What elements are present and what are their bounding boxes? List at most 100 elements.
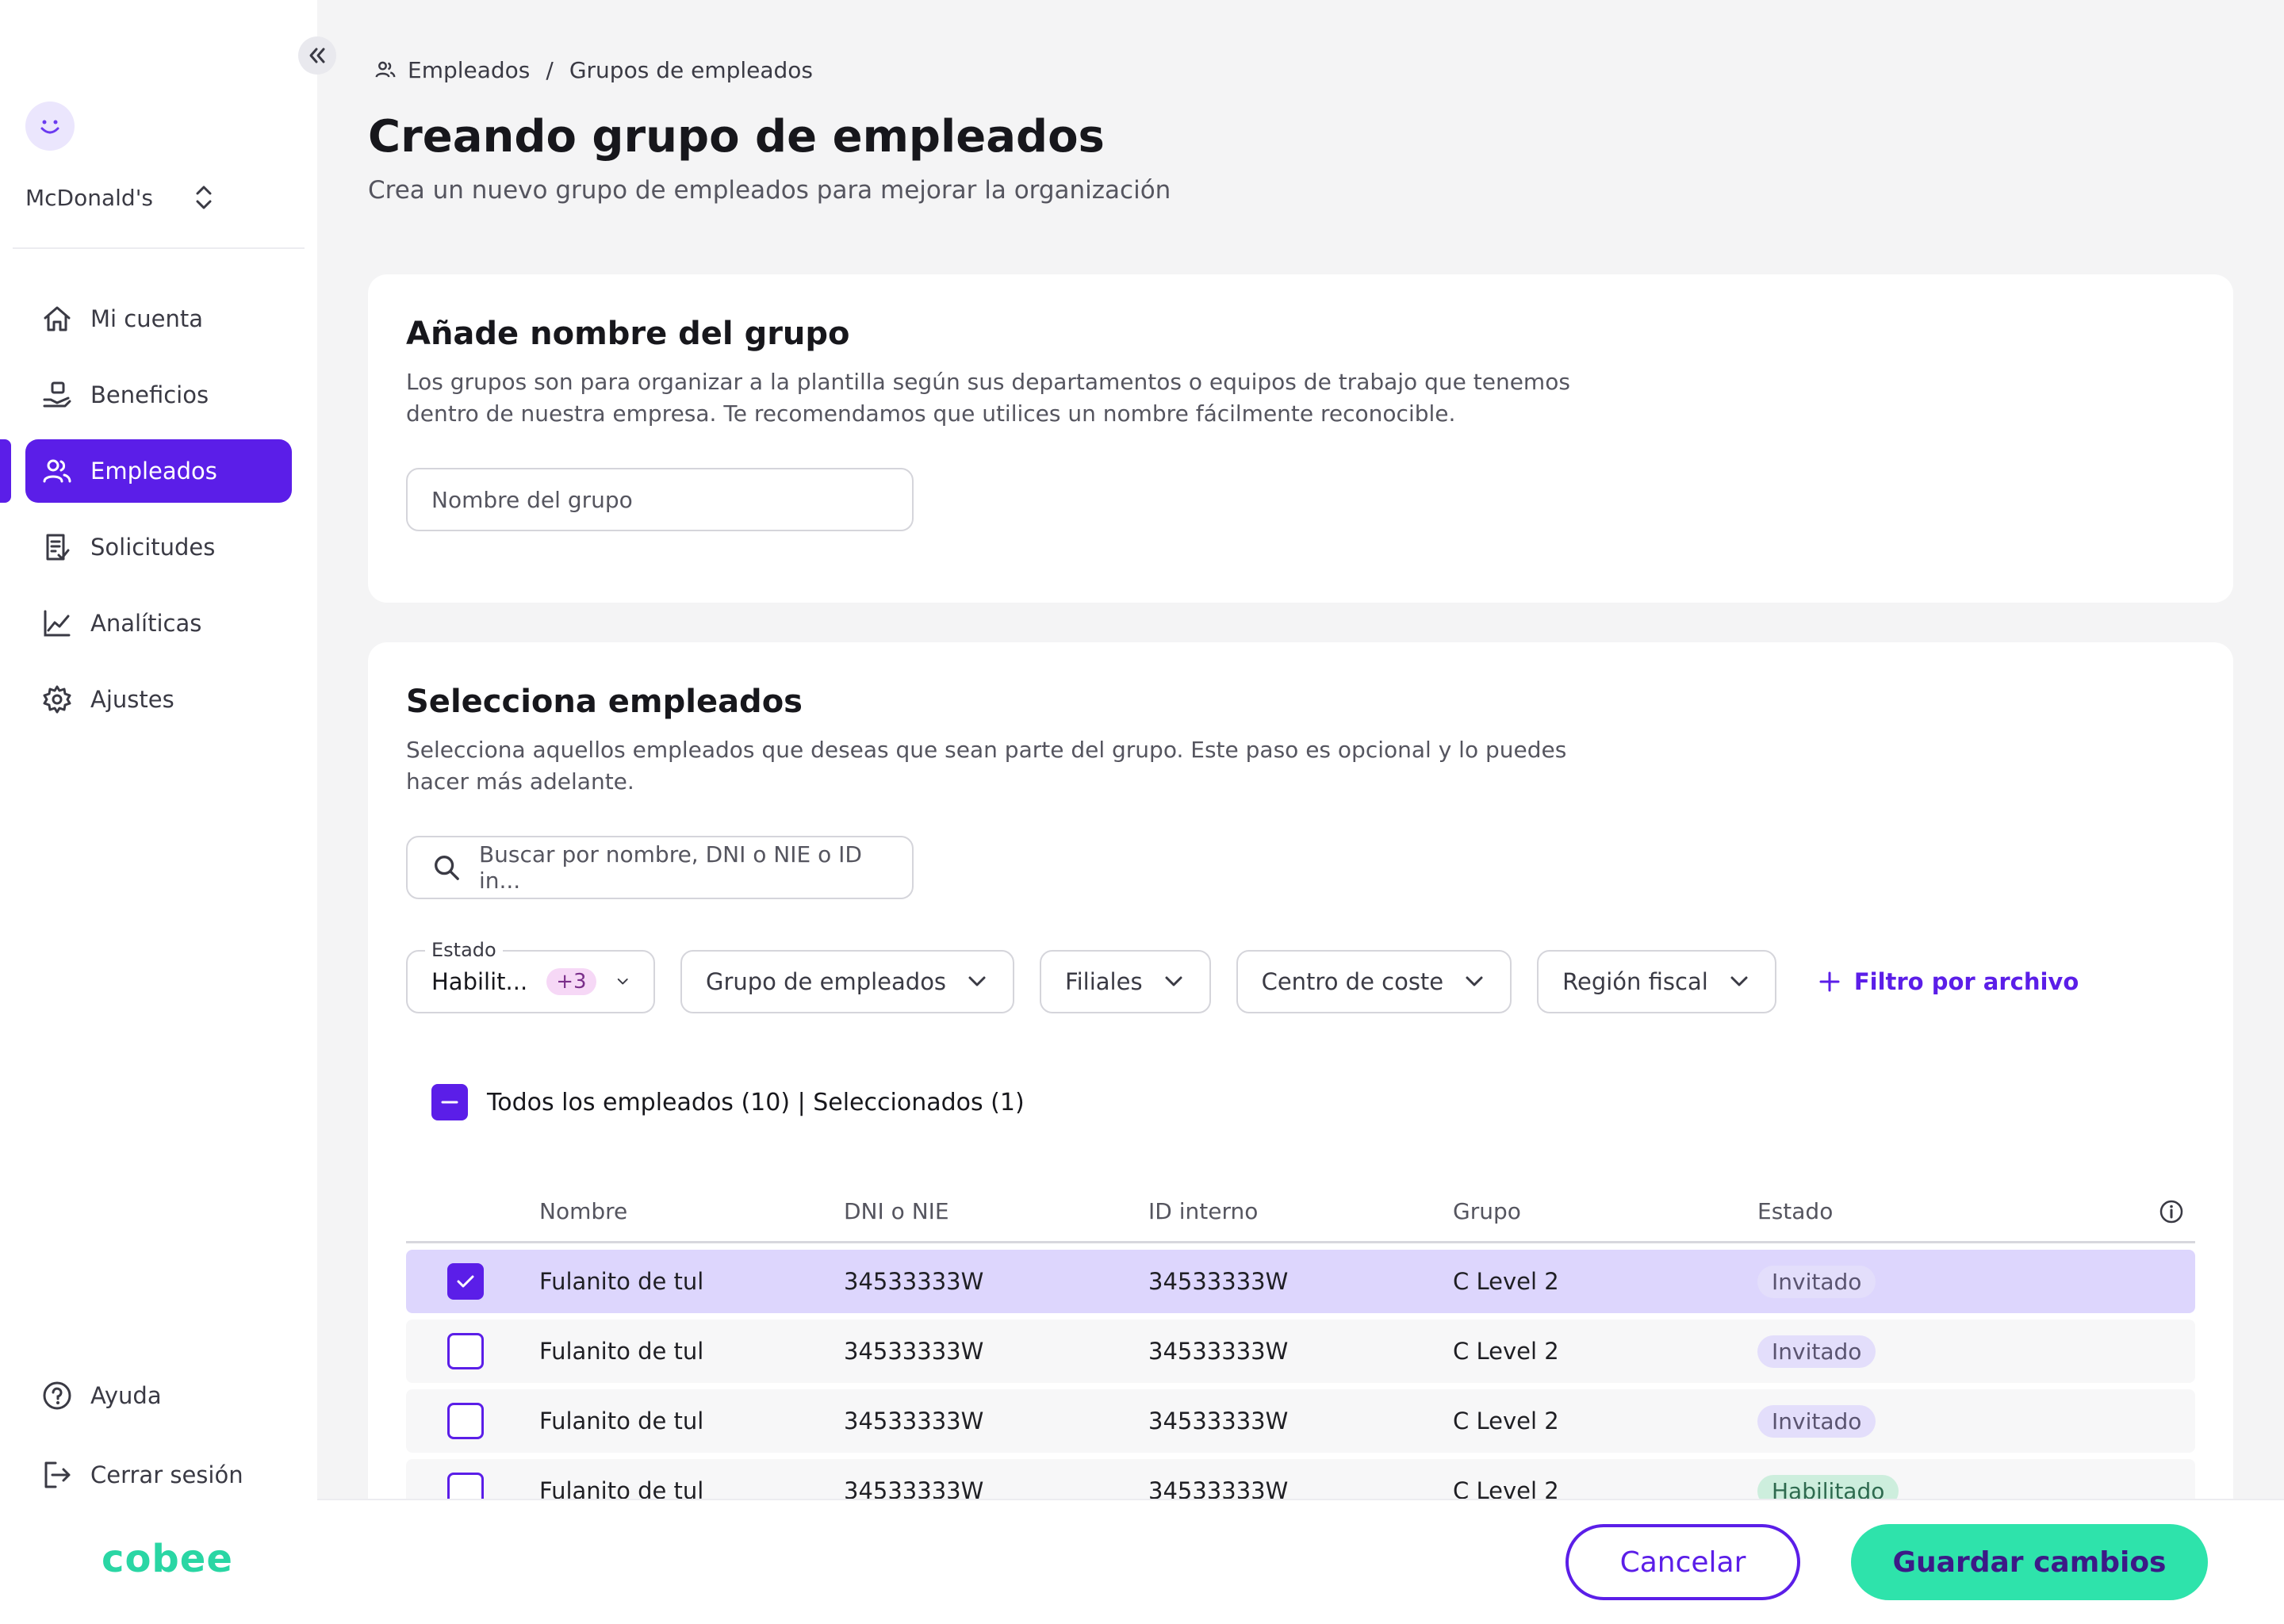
info-icon[interactable] xyxy=(2159,1199,2184,1224)
sidebar-item-empleados[interactable]: Empleados xyxy=(25,439,292,503)
table-row[interactable]: Fulanito de tul 34533333W 34533333W C Le… xyxy=(406,1320,2195,1383)
cell-nombre: Fulanito de tul xyxy=(539,1408,704,1434)
header-id[interactable]: ID interno xyxy=(1148,1198,1453,1224)
breadcrumb-empleados[interactable]: Empleados xyxy=(408,57,530,83)
plus-icon xyxy=(1819,971,1840,992)
group-name-title: Añade nombre del grupo xyxy=(406,316,850,352)
add-file-filter-label: Filtro por archivo xyxy=(1853,968,2079,995)
chevron-up-down-icon xyxy=(196,186,212,209)
table-header: Nombre DNI o NIE ID interno Grupo Estado xyxy=(406,1182,2195,1243)
cell-nombre: Fulanito de tul xyxy=(539,1268,704,1295)
save-changes-button[interactable]: Guardar cambios xyxy=(1851,1524,2208,1600)
status-badge: Invitado xyxy=(1757,1335,1876,1368)
filter-grupo[interactable]: Grupo de empleados xyxy=(680,950,1015,1013)
table-row[interactable]: Fulanito de tul 34533333W 34533333W C Le… xyxy=(406,1389,2195,1453)
sidebar-item-label: Ayuda xyxy=(90,1382,162,1409)
sidebar-item-ajustes[interactable]: Ajustes xyxy=(25,668,292,731)
filter-estado[interactable]: Estado Habilit... +3 xyxy=(406,939,655,1013)
gear-icon xyxy=(40,682,75,717)
chevron-down-icon xyxy=(1466,976,1483,986)
cobee-logo: cobee xyxy=(102,1537,233,1581)
sidebar-bottom-nav: Ayuda Cerrar sesión xyxy=(25,1364,292,1522)
filter-estado-value: Habilit... xyxy=(431,968,528,995)
sidebar-item-analiticas[interactable]: Analíticas xyxy=(25,592,292,655)
row-checkbox[interactable] xyxy=(447,1403,484,1439)
select-employees-description: Selecciona aquellos empleados que deseas… xyxy=(406,737,1567,795)
help-icon xyxy=(40,1378,75,1413)
select-employees-card: Selecciona empleados Selecciona aquellos… xyxy=(368,642,2233,1624)
header-estado[interactable]: Estado xyxy=(1757,1198,2195,1224)
cell-id: 34533333W xyxy=(1148,1268,1289,1295)
select-all-label: Todos los empleados (10) | Seleccionados… xyxy=(487,1088,1025,1116)
sidebar: McDonald's Mi cuenta Beneficios Empleado… xyxy=(0,0,317,1624)
cell-grupo: C Level 2 xyxy=(1453,1408,1559,1434)
filter-region-fiscal[interactable]: Región fiscal xyxy=(1537,950,1776,1013)
header-grupo[interactable]: Grupo xyxy=(1453,1198,1757,1224)
sidebar-item-mi-cuenta[interactable]: Mi cuenta xyxy=(25,287,292,350)
check-icon xyxy=(457,1275,474,1288)
sidebar-item-cerrar-sesion[interactable]: Cerrar sesión xyxy=(25,1443,292,1507)
active-nav-marker xyxy=(0,439,11,503)
header-dni[interactable]: DNI o NIE xyxy=(844,1198,1148,1224)
company-switcher[interactable]: McDonald's xyxy=(25,176,216,219)
filter-filiales[interactable]: Filiales xyxy=(1040,950,1211,1013)
table-row[interactable]: Fulanito de tul 34533333W 34533333W C Le… xyxy=(406,1250,2195,1313)
sidebar-item-ayuda[interactable]: Ayuda xyxy=(25,1364,292,1427)
group-name-placeholder: Nombre del grupo xyxy=(431,486,633,513)
benefits-icon xyxy=(40,377,75,412)
collapse-sidebar-button[interactable] xyxy=(298,36,336,75)
cancel-button[interactable]: Cancelar xyxy=(1565,1524,1800,1600)
filter-centro-label: Centro de coste xyxy=(1261,968,1444,995)
breadcrumb-separator: / xyxy=(546,56,554,83)
cell-id: 34533333W xyxy=(1148,1338,1289,1365)
cell-nombre: Fulanito de tul xyxy=(539,1338,704,1365)
cell-dni: 34533333W xyxy=(844,1338,984,1365)
filter-grupo-label: Grupo de empleados xyxy=(706,968,947,995)
sidebar-item-label: Cerrar sesión xyxy=(90,1461,243,1488)
select-all-row: Todos los empleados (10) | Seleccionados… xyxy=(431,1083,1025,1121)
filter-centro-coste[interactable]: Centro de coste xyxy=(1236,950,1512,1013)
row-checkbox[interactable] xyxy=(447,1333,484,1369)
sidebar-item-label: Ajustes xyxy=(90,686,174,713)
sidebar-item-solicitudes[interactable]: Solicitudes xyxy=(25,515,292,579)
sidebar-item-label: Mi cuenta xyxy=(90,305,203,332)
select-employees-title: Selecciona empleados xyxy=(406,684,803,720)
main-content: Empleados / Grupos de empleados Creando … xyxy=(317,0,2284,1624)
group-name-input[interactable]: Nombre del grupo xyxy=(406,468,914,531)
group-name-description: Los grupos son para organizar a la plant… xyxy=(406,369,1570,427)
sidebar-item-beneficios[interactable]: Beneficios xyxy=(25,363,292,427)
employee-search-input[interactable]: Buscar por nombre, DNI o NIE o ID in... xyxy=(406,836,914,899)
filter-region-label: Región fiscal xyxy=(1562,968,1708,995)
action-footer: Cancelar Guardar cambios xyxy=(317,1499,2284,1624)
select-all-checkbox[interactable] xyxy=(431,1084,468,1120)
chevron-down-icon xyxy=(1730,976,1748,986)
filter-filiales-label: Filiales xyxy=(1065,968,1143,995)
sidebar-nav: Mi cuenta Beneficios Empleados Solicitud… xyxy=(25,287,292,744)
header-nombre[interactable]: Nombre xyxy=(539,1198,844,1224)
breadcrumb-grupos[interactable]: Grupos de empleados xyxy=(569,57,813,83)
chart-icon xyxy=(40,606,75,641)
users-icon xyxy=(375,61,396,78)
page-title: Creando grupo de empleados xyxy=(368,111,1105,163)
filter-estado-count: +3 xyxy=(546,968,596,995)
sidebar-item-label: Beneficios xyxy=(90,381,209,408)
group-name-card: Añade nombre del grupo Los grupos son pa… xyxy=(368,274,2233,603)
row-checkbox[interactable] xyxy=(447,1263,484,1300)
page-subtitle: Crea un nuevo grupo de empleados para me… xyxy=(368,176,1171,205)
cell-grupo: C Level 2 xyxy=(1453,1268,1559,1295)
logout-icon xyxy=(40,1457,75,1492)
search-icon xyxy=(435,856,459,880)
status-badge: Invitado xyxy=(1757,1404,1876,1438)
users-icon xyxy=(40,454,75,488)
filter-estado-legend: Estado xyxy=(425,939,503,961)
smile-icon xyxy=(40,120,59,134)
document-icon xyxy=(40,530,75,565)
chevron-down-icon xyxy=(617,978,628,985)
add-file-filter-button[interactable]: Filtro por archivo xyxy=(1802,950,2079,1013)
sidebar-item-label: Analíticas xyxy=(90,610,202,637)
sidebar-divider xyxy=(13,247,305,249)
company-avatar xyxy=(25,102,75,151)
double-chevron-left-icon xyxy=(309,48,325,63)
cell-dni: 34533333W xyxy=(844,1408,984,1434)
cell-dni: 34533333W xyxy=(844,1268,984,1295)
